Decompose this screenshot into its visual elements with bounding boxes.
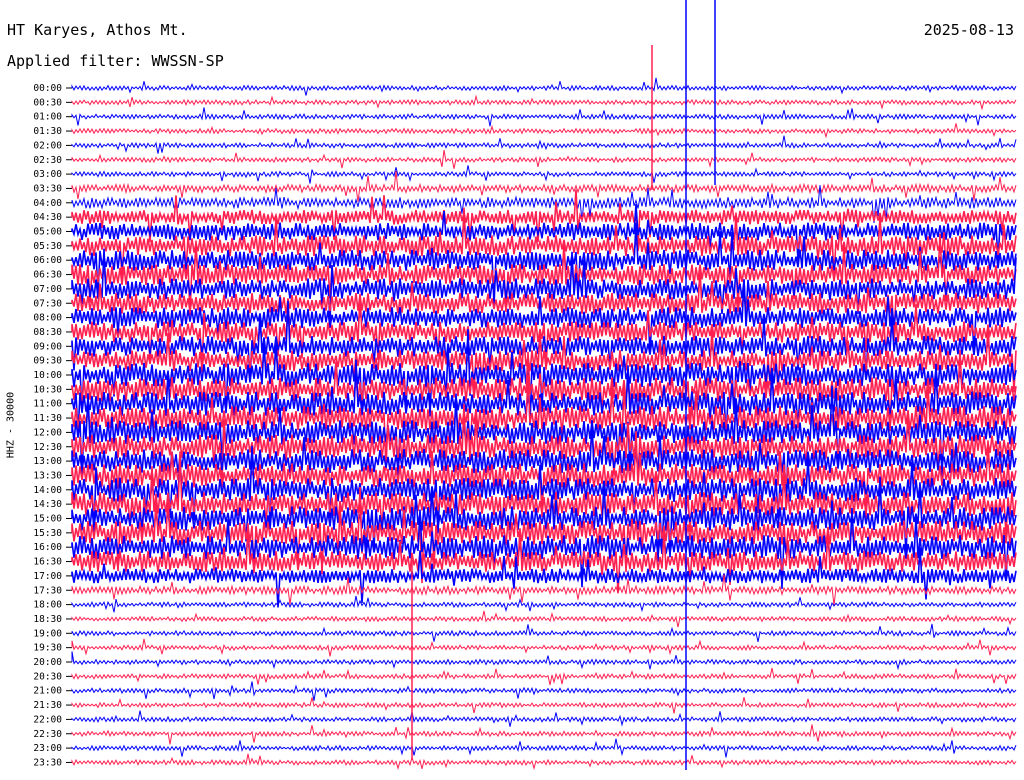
row-time-label: 06:00 bbox=[33, 255, 62, 266]
row-time-label: 11:00 bbox=[33, 399, 62, 410]
row-time-label: 02:00 bbox=[33, 140, 62, 151]
row-time-label: 20:00 bbox=[33, 657, 62, 668]
row-time-label: 07:00 bbox=[33, 284, 62, 295]
trace-row-0200 bbox=[71, 135, 1017, 154]
trace-row-1830 bbox=[71, 610, 1017, 628]
row-time-label: 23:00 bbox=[33, 743, 62, 754]
row-time-label: 13:00 bbox=[33, 456, 62, 467]
row-time-label: 17:00 bbox=[33, 571, 62, 582]
seismogram-plot: 00:00 00:30 01:00 01:30 02:00 02:30 03:00 03:30… bbox=[33, 0, 1017, 771]
row-time-label: 11:30 bbox=[33, 413, 62, 424]
row-time-label: 08:00 bbox=[33, 313, 62, 324]
row-time-label: 16:30 bbox=[33, 557, 62, 568]
trace-row-2230 bbox=[71, 724, 1017, 745]
row-time-label: 07:30 bbox=[33, 298, 62, 309]
row-time-label: 10:30 bbox=[33, 384, 62, 395]
trace-row-2130 bbox=[71, 697, 1017, 714]
row-time-label: 22:30 bbox=[33, 729, 62, 740]
trace-row-2030 bbox=[71, 667, 1017, 686]
row-time-label: 09:30 bbox=[33, 356, 62, 367]
trace-row-1800 bbox=[71, 595, 1017, 613]
seismic-traces bbox=[71, 0, 1017, 771]
row-time-label: 00:30 bbox=[33, 97, 62, 108]
row-time-label: 16:00 bbox=[33, 542, 62, 553]
trace-row-2000 bbox=[71, 651, 1017, 671]
trace-row-0000 bbox=[71, 77, 1017, 96]
row-time-label: 08:30 bbox=[33, 327, 62, 338]
row-time-label: 00:00 bbox=[33, 83, 62, 94]
row-time-label: 05:30 bbox=[33, 241, 62, 252]
row-time-label: 23:30 bbox=[33, 757, 62, 768]
trace-row-0030 bbox=[71, 94, 1017, 111]
row-time-label: 05:00 bbox=[33, 227, 62, 238]
row-time-label: 10:00 bbox=[33, 370, 62, 381]
row-time-label: 19:00 bbox=[33, 628, 62, 639]
row-time-label: 03:30 bbox=[33, 183, 62, 194]
trace-row-1700 bbox=[71, 547, 1017, 608]
row-time-label: 21:30 bbox=[33, 700, 62, 711]
row-time-label: 14:00 bbox=[33, 485, 62, 496]
row-time-label: 01:00 bbox=[33, 112, 62, 123]
trace-row-0100 bbox=[71, 107, 1017, 127]
row-time-label: 15:30 bbox=[33, 528, 62, 539]
trace-row-0130 bbox=[71, 123, 1017, 139]
seismogram-page: { "header": { "station": "HT Karyes, Ath… bbox=[0, 0, 1024, 780]
row-time-label: 17:30 bbox=[33, 585, 62, 596]
row-time-label: 01:30 bbox=[33, 126, 62, 137]
trace-row-2300 bbox=[71, 738, 1017, 758]
trace-row-2330 bbox=[71, 753, 1017, 771]
row-time-label: 06:30 bbox=[33, 270, 62, 281]
row-time-label: 19:30 bbox=[33, 643, 62, 654]
row-time-label: 15:00 bbox=[33, 514, 62, 525]
trace-row-0230 bbox=[71, 149, 1017, 169]
row-time-ticks: 00:00 00:30 01:00 01:30 02:00 02:30 03:00 03:30… bbox=[33, 83, 72, 768]
row-time-label: 04:30 bbox=[33, 212, 62, 223]
row-time-label: 02:30 bbox=[33, 155, 62, 166]
trace-row-2100 bbox=[71, 681, 1017, 701]
row-time-label: 12:00 bbox=[33, 427, 62, 438]
row-time-label: 18:00 bbox=[33, 600, 62, 611]
row-time-label: 21:00 bbox=[33, 686, 62, 697]
row-time-label: 20:30 bbox=[33, 671, 62, 682]
row-time-label: 18:30 bbox=[33, 614, 62, 625]
trace-row-2200 bbox=[71, 710, 1017, 727]
trace-row-1930 bbox=[71, 638, 1017, 657]
trace-row-0300 bbox=[71, 165, 1017, 184]
trace-row-1900 bbox=[71, 623, 1017, 643]
row-time-label: 03:00 bbox=[33, 169, 62, 180]
row-time-label: 13:30 bbox=[33, 470, 62, 481]
row-time-label: 12:30 bbox=[33, 442, 62, 453]
row-time-label: 09:00 bbox=[33, 341, 62, 352]
row-time-label: 22:00 bbox=[33, 714, 62, 725]
row-time-label: 04:00 bbox=[33, 198, 62, 209]
row-time-label: 14:30 bbox=[33, 499, 62, 510]
